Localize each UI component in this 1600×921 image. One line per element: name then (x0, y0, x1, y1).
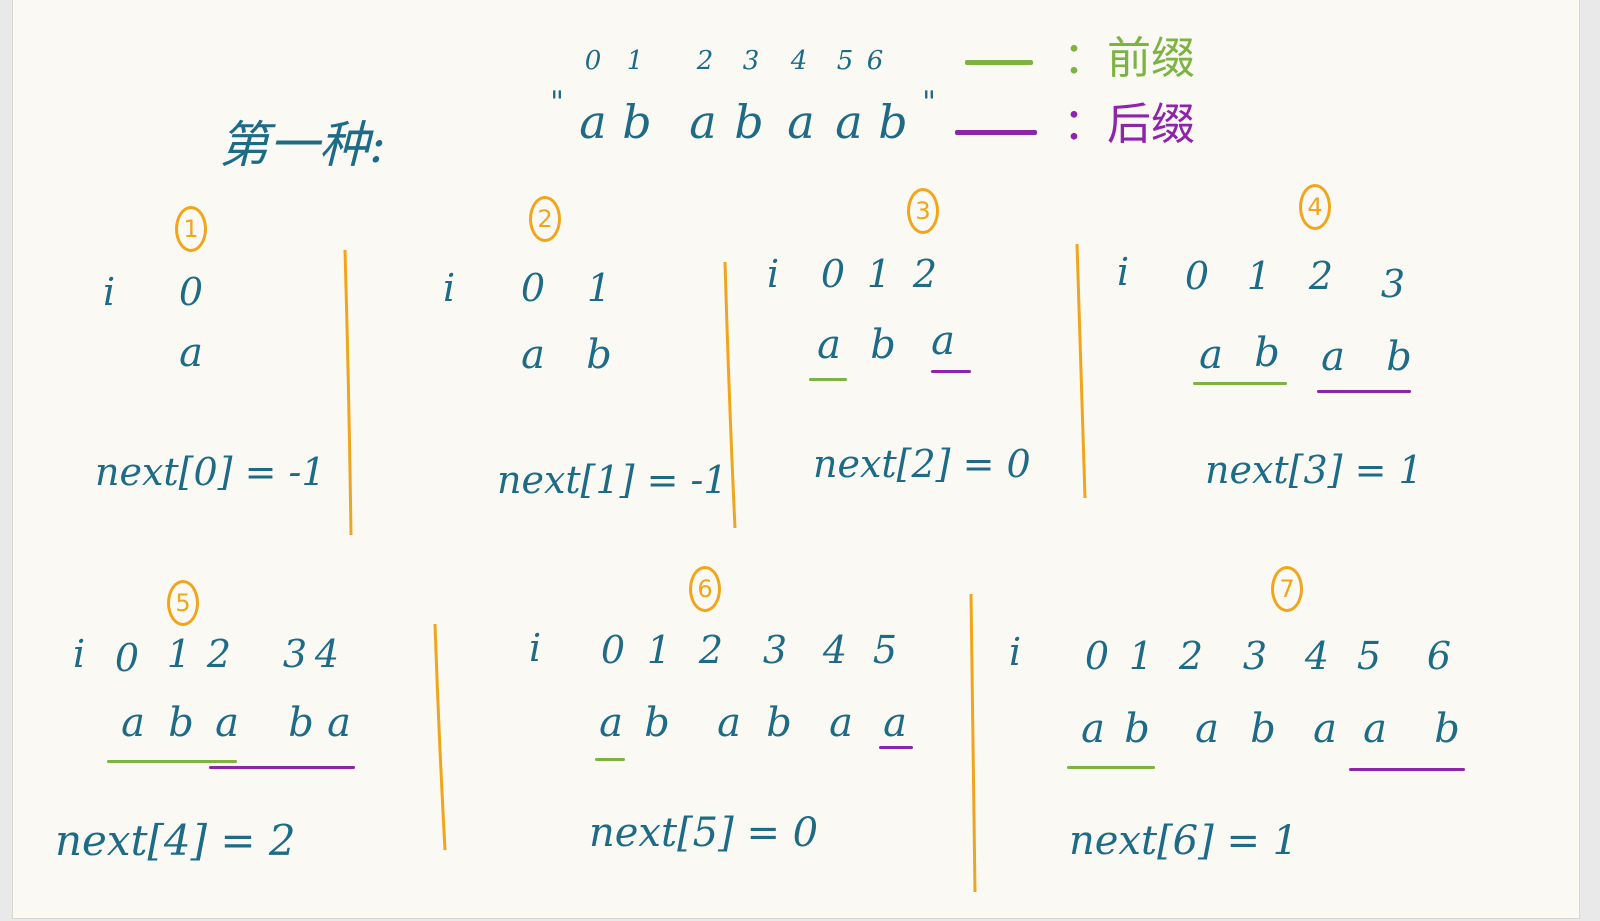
next-value: next[4] = 2 (55, 816, 296, 865)
i-label: i (73, 632, 86, 676)
step-index: 0 (820, 252, 846, 296)
divider-line (343, 249, 353, 536)
step-char: b (1124, 706, 1150, 752)
step-char: b (168, 700, 194, 746)
step-index: 4 (822, 628, 848, 672)
step-index: 1 (646, 628, 672, 672)
divider-line (433, 623, 447, 851)
step-char: a (717, 700, 741, 746)
step-index: 0 (1184, 254, 1210, 298)
next-value: next[3] = 1 (1205, 448, 1423, 492)
step-char: a (829, 700, 853, 746)
suffix-underline (931, 370, 971, 373)
step-index: 2 (698, 628, 724, 672)
step-char: a (931, 318, 955, 364)
step-index: 0 (114, 636, 140, 680)
step-char: a (599, 700, 623, 746)
step-index: 2 (912, 252, 938, 296)
step-badge: 3 (907, 188, 939, 234)
prefix-underline (809, 378, 847, 381)
step-char: a (121, 700, 145, 746)
step-index: 2 (1178, 634, 1204, 678)
next-value: next[0] = -1 (95, 450, 326, 494)
prefix-underline (1067, 766, 1155, 769)
step-index: 1 (586, 266, 612, 310)
step-char: b (766, 700, 792, 746)
step-index: 1 (1246, 254, 1272, 298)
step-index: 1 (1128, 634, 1154, 678)
i-label: i (767, 252, 780, 296)
prefix-underline (595, 758, 625, 761)
step-char: b (1254, 330, 1280, 376)
next-value: next[1] = -1 (497, 458, 728, 502)
step-index: 0 (1084, 634, 1110, 678)
step-badge: 2 (529, 196, 561, 242)
step-char: a (1363, 706, 1387, 752)
step-char: a (179, 330, 203, 376)
step-char: a (327, 700, 351, 746)
step-index: 0 (600, 628, 626, 672)
suffix-underline (1349, 768, 1465, 771)
step-badge: 7 (1271, 566, 1303, 612)
step-char: a (521, 332, 545, 378)
step-index: 4 (1304, 634, 1330, 678)
divider-line (1075, 243, 1087, 499)
step-index: 2 (206, 632, 232, 676)
step-char: a (215, 700, 239, 746)
step-badge: 5 (167, 580, 199, 626)
step-char: b (870, 322, 896, 368)
step-index: 3 (1380, 262, 1406, 306)
step-char: a (1195, 706, 1219, 752)
next-value: next[2] = 0 (813, 442, 1031, 486)
suffix-underline (879, 746, 913, 749)
prefix-underline (1193, 382, 1287, 385)
step-char: b (288, 700, 314, 746)
step-char: b (586, 332, 612, 378)
step-index: 1 (166, 632, 192, 676)
next-value: next[5] = 0 (589, 810, 819, 856)
divider-line (969, 593, 977, 893)
next-value: next[6] = 1 (1069, 818, 1299, 864)
step-char: a (1081, 706, 1105, 752)
step-index: 5 (872, 628, 898, 672)
step-index: 0 (520, 266, 546, 310)
step-index: 4 (314, 632, 340, 676)
i-label: i (529, 626, 542, 670)
step-char: a (817, 322, 841, 368)
step-char: a (1199, 332, 1223, 378)
step-char: a (883, 700, 907, 746)
step-index: 3 (762, 628, 788, 672)
prefix-underline (107, 760, 237, 763)
suffix-underline (1317, 390, 1411, 393)
step-badge: 4 (1299, 184, 1331, 230)
step-index: 1 (866, 252, 892, 296)
step-char: a (1313, 706, 1337, 752)
step-index: 3 (1242, 634, 1268, 678)
suffix-underline (209, 766, 355, 769)
step-char: a (1321, 334, 1345, 380)
whiteboard-canvas: 第一种: 0 1 2 3 4 5 6 " a b a b a a b " ：前缀… (12, 0, 1580, 919)
step-char: b (1250, 706, 1276, 752)
step-index: 5 (1356, 634, 1382, 678)
i-label: i (1117, 250, 1130, 294)
step-index: 6 (1426, 634, 1452, 678)
step-char: b (644, 700, 670, 746)
i-label: i (443, 266, 456, 310)
step-char: b (1386, 334, 1412, 380)
step-index: 0 (178, 270, 204, 314)
i-label: i (103, 270, 116, 314)
step-badge: 1 (175, 206, 207, 252)
step-index: 2 (1308, 254, 1334, 298)
step-badge: 6 (689, 566, 721, 612)
i-label: i (1009, 630, 1022, 674)
step-char: b (1434, 706, 1460, 752)
